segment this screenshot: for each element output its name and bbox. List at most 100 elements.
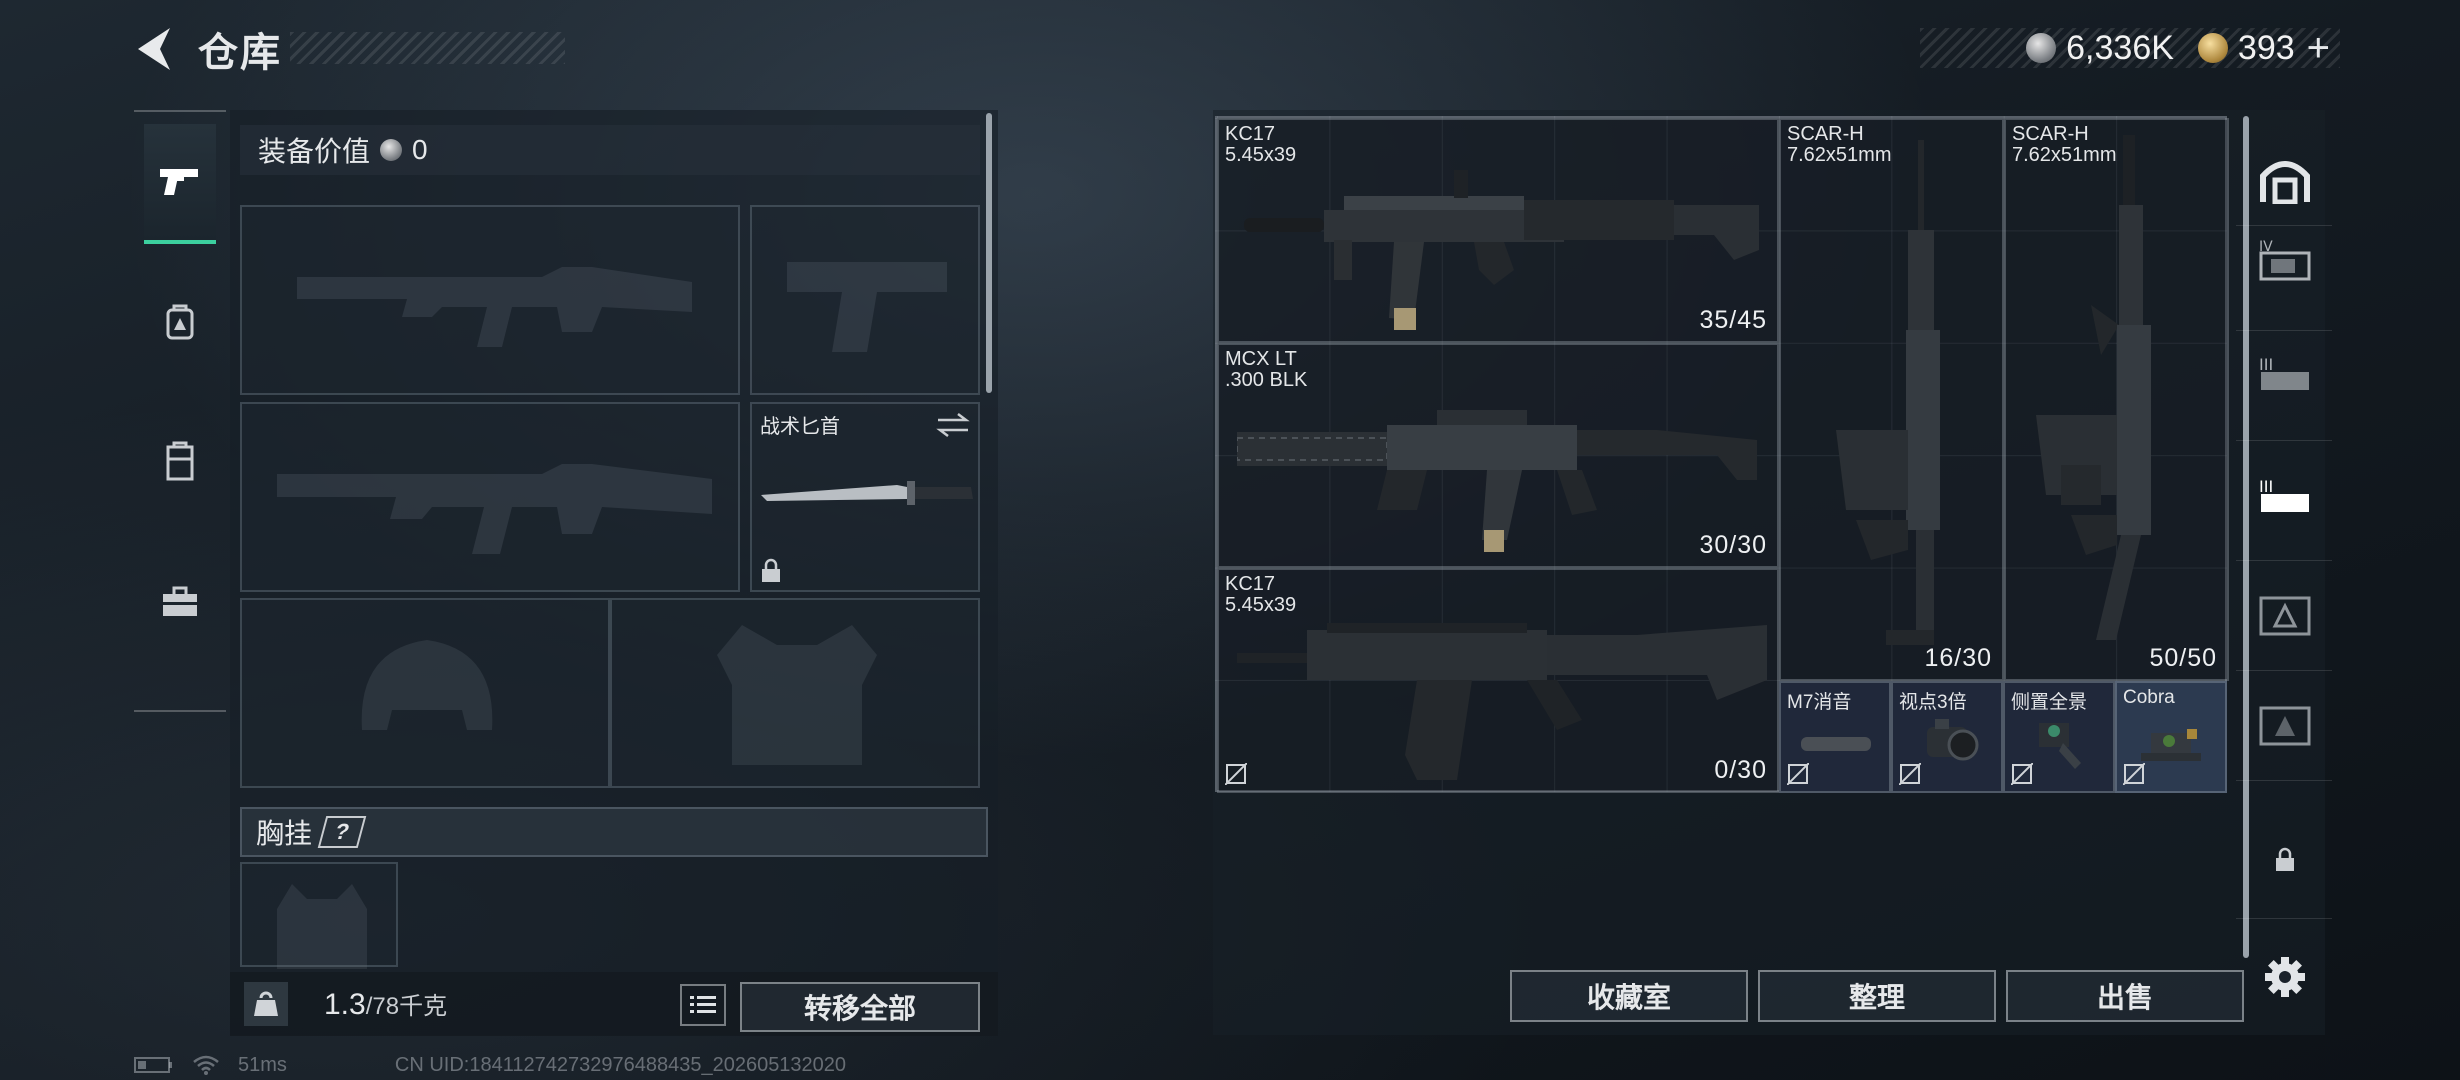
- helmet-slot[interactable]: [240, 598, 610, 788]
- item-ammo: 30/30: [1699, 531, 1767, 559]
- chest-rig-header: 胸挂 ?: [240, 807, 988, 857]
- tab-storage-beta[interactable]: [2250, 690, 2320, 760]
- swap-icon[interactable]: [936, 412, 970, 438]
- rail-backpack[interactable]: [144, 262, 216, 382]
- backpack-icon: [166, 304, 194, 340]
- collection-room-button[interactable]: 收藏室: [1510, 970, 1748, 1022]
- uninsured-icon: [2011, 763, 2033, 785]
- uninsured-icon: [1787, 763, 1809, 785]
- attachment-3x-scope[interactable]: 视点3倍: [1891, 681, 2003, 793]
- rifle-silhouette-icon: [277, 464, 712, 554]
- uninsured-icon: [2123, 763, 2145, 785]
- lock-icon: [762, 558, 780, 582]
- back-arrow-icon: [138, 28, 170, 70]
- tab-divider: [2236, 440, 2332, 441]
- tab-divider: [2236, 918, 2332, 919]
- storage-item-kc17[interactable]: KC17 5.45x39 35/45: [1217, 118, 1779, 343]
- chest-rig-label: 胸挂: [256, 818, 313, 849]
- storage-tab-iv-icon: IV: [2259, 239, 2311, 281]
- scar-h-rifle-icon: [2036, 135, 2151, 640]
- settings-icon: [2265, 957, 2305, 997]
- storage-item-scar-h[interactable]: SCAR-H 7.62x51mm 16/30: [1779, 118, 2004, 681]
- helmet-silhouette-icon: [361, 640, 493, 730]
- storage-grid: KC17 5.45x39 35/45 MCX LT .300 BLK 30/30…: [1215, 116, 2229, 793]
- list-view-button[interactable]: [680, 984, 726, 1026]
- page-title: 仓库: [198, 31, 282, 75]
- attachment-side-panoramic[interactable]: 侧置全景: [2003, 681, 2115, 793]
- rail-locker[interactable]: [144, 402, 216, 522]
- transfer-all-button[interactable]: 转移全部: [740, 982, 980, 1032]
- locker-icon: [166, 441, 194, 481]
- chest-rig-slot[interactable]: [240, 862, 398, 969]
- attachment-name: M7消音: [1787, 692, 1852, 713]
- weight-readout: 1.3/78千克: [324, 986, 447, 1022]
- primary-weapon-slot[interactable]: [240, 205, 740, 395]
- title-decoration: [290, 32, 565, 64]
- item-ammo: 16/30: [1924, 644, 1992, 672]
- loadout-scrollbar[interactable]: [986, 113, 992, 393]
- organize-button[interactable]: 整理: [1758, 970, 1996, 1022]
- settings-button[interactable]: [2250, 942, 2320, 1012]
- tab-storage-alpha[interactable]: [2250, 580, 2320, 650]
- help-icon[interactable]: ?: [317, 816, 367, 848]
- storage-item-kc17[interactable]: KC17 5.45x39 0/30: [1217, 568, 1779, 793]
- tab-locked[interactable]: [2250, 825, 2320, 895]
- body-armor-slot[interactable]: [610, 598, 980, 788]
- sidearm-slot[interactable]: [750, 205, 980, 395]
- storage-tab-iii-icon: III: [2259, 355, 2309, 390]
- item-ammo: 35/45: [1699, 306, 1767, 334]
- melee-slot[interactable]: 战术匕首: [750, 402, 980, 592]
- tab-safe-box[interactable]: [2250, 145, 2320, 215]
- attachment-cobra-sight[interactable]: Cobra: [2115, 681, 2227, 793]
- secondary-weapon-slot[interactable]: [240, 402, 740, 592]
- melee-slot-label: 战术匕首: [760, 416, 840, 438]
- locked-tab-icon: [2276, 847, 2294, 871]
- wifi-icon: [193, 1055, 219, 1075]
- weight-current: 1.3: [324, 988, 366, 1021]
- back-button[interactable]: [130, 22, 178, 76]
- storage-tab-beta-icon: [2259, 706, 2311, 746]
- storage-panel: KC17 5.45x39 35/45 MCX LT .300 BLK 30/30…: [1213, 110, 2325, 1035]
- chest-rig-silhouette-icon: [277, 884, 367, 969]
- attachment-name: Cobra: [2123, 687, 2175, 708]
- pistol-silhouette-icon: [787, 262, 947, 352]
- rail-toolbox[interactable]: [144, 542, 216, 662]
- pistol-icon: [160, 169, 198, 195]
- silver-coin-icon: [2026, 33, 2057, 63]
- storage-tab-ii-icon: III: [2259, 477, 2309, 512]
- tab-storage-iv[interactable]: IV: [2250, 225, 2320, 295]
- gold-coin-icon: [2197, 33, 2228, 63]
- equipment-value-label: 装备价值: [258, 136, 371, 167]
- equipment-value: 0: [412, 134, 428, 165]
- add-currency-button[interactable]: +: [2307, 26, 2330, 71]
- attachment-name: 视点3倍: [1899, 692, 1967, 713]
- category-rail: [134, 110, 226, 712]
- storage-scrollbar[interactable]: [2243, 116, 2249, 958]
- tab-divider: [2236, 670, 2332, 671]
- kc17-rifle-icon: [1244, 170, 1759, 330]
- armor-vest-silhouette-icon: [717, 625, 877, 765]
- weight-bar: 1.3/78千克 转移全部: [230, 972, 998, 1036]
- weight-icon: [244, 982, 288, 1026]
- rail-pistol[interactable]: [144, 124, 216, 244]
- attachment-name: 侧置全景: [2011, 692, 2088, 713]
- toolbox-icon: [163, 586, 197, 616]
- tab-storage-iii[interactable]: III: [2250, 338, 2320, 408]
- storage-item-scar-h[interactable]: SCAR-H 7.62x51mm 50/50: [2004, 118, 2229, 681]
- attachment-m7-suppressor[interactable]: M7消音: [1779, 681, 1891, 793]
- status-bar: 51ms CN UID:184112742732976488435_202605…: [134, 1052, 846, 1078]
- storage-item-mcx-lt[interactable]: MCX LT .300 BLK 30/30: [1217, 343, 1779, 568]
- tab-storage-ii[interactable]: III: [2250, 460, 2320, 530]
- storage-tab-alpha-icon: [2259, 596, 2311, 636]
- uninsured-icon: [1225, 763, 1247, 785]
- user-uid: CN UID:184112742732976488435_20260513202…: [394, 1053, 847, 1076]
- safe-box-icon: [2260, 161, 2310, 204]
- silver-amount: 6,336K: [2066, 28, 2174, 67]
- item-ammo: 50/50: [2149, 644, 2217, 672]
- rifle-silhouette-icon: [297, 267, 692, 347]
- equipment-value-header: 装备价值 0: [240, 125, 980, 175]
- currency-bar: 6,336K 393 +: [1920, 26, 2340, 71]
- gold-amount: 393: [2237, 28, 2295, 67]
- kc17-rifle-icon: [1237, 623, 1767, 780]
- sell-button[interactable]: 出售: [2006, 970, 2244, 1022]
